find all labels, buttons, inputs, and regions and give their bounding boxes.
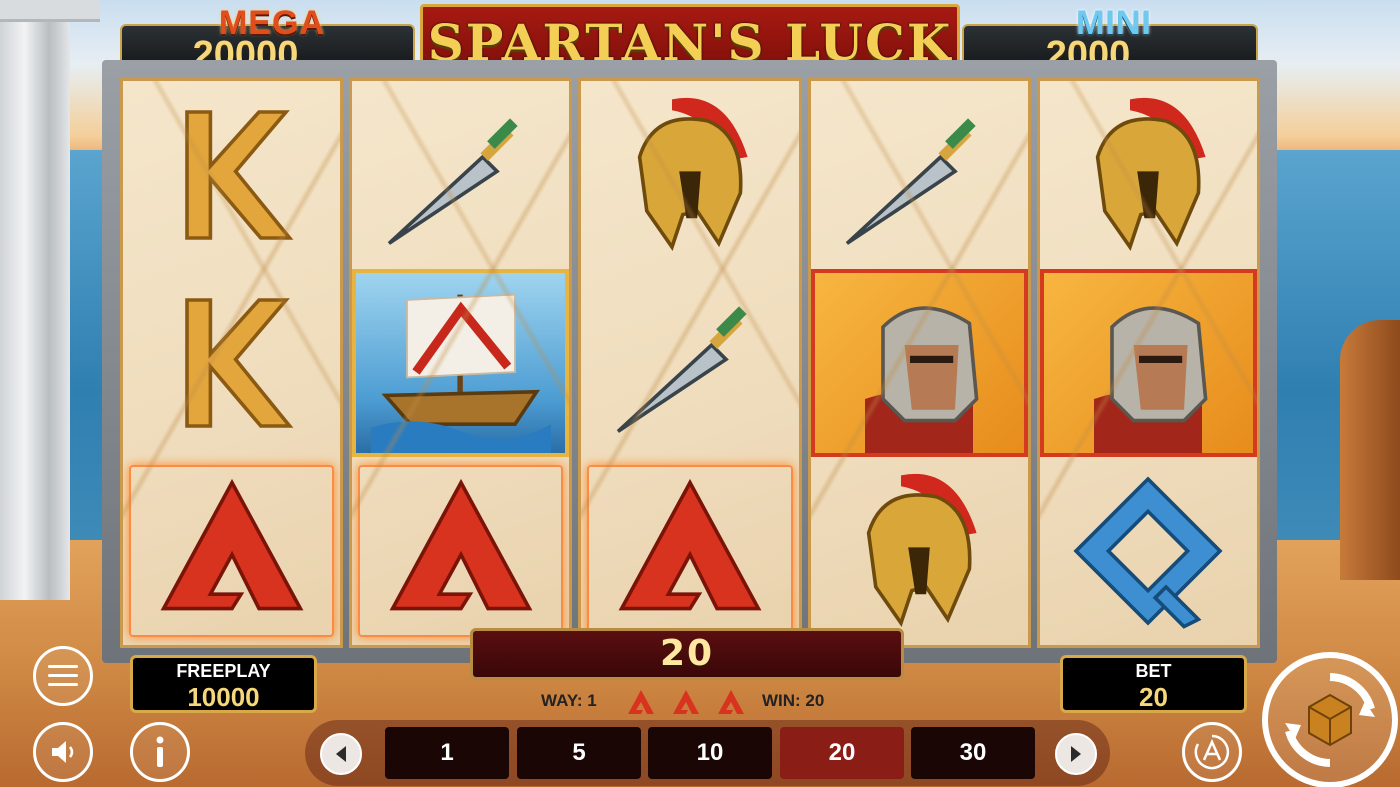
symbol-letter-k — [123, 269, 340, 457]
bet-decrease-button[interactable] — [320, 733, 362, 775]
symbol-letter-q — [1040, 457, 1257, 645]
bet-value: 20 — [1139, 682, 1168, 712]
reel-grid — [120, 78, 1261, 648]
symbol-letter-k — [123, 81, 340, 269]
symbol-spartan-warrior — [810, 268, 1028, 457]
reel-2 — [349, 78, 573, 648]
symbol-ship — [352, 268, 570, 457]
symbol-sword — [581, 269, 798, 457]
freeplay-label: FREEPLAY — [176, 661, 271, 681]
arrow-left-icon — [336, 746, 346, 762]
speaker-icon — [52, 741, 74, 763]
reel-5 — [1036, 78, 1261, 648]
letter-a-mini-icon — [718, 690, 744, 714]
reel-4 — [807, 78, 1031, 648]
greek-column — [0, 0, 70, 600]
symbol-sword — [811, 81, 1028, 269]
hamburger-menu-icon — [48, 665, 78, 686]
bet-option-5[interactable]: 5 — [517, 727, 641, 779]
greek-column-cap — [0, 0, 100, 22]
letter-a-mini-icon — [673, 690, 699, 714]
spin-icon — [1285, 673, 1375, 767]
letter-a-mini-icon — [628, 690, 654, 714]
menu-button[interactable] — [33, 646, 93, 706]
bet-increase-button[interactable] — [1055, 733, 1097, 775]
symbol-helmet — [581, 81, 798, 269]
symbol-letter-a — [352, 457, 569, 645]
way-label: WAY: 1 — [541, 691, 597, 710]
symbol-helmet — [811, 457, 1028, 645]
autoplay-icon — [1194, 734, 1230, 770]
bet-option-30[interactable]: 30 — [911, 727, 1035, 779]
win-amount: 20 — [659, 633, 715, 674]
reel-1 — [120, 78, 344, 648]
symbol-spartan-warrior — [1039, 268, 1258, 457]
info-icon — [156, 736, 164, 767]
bet-option-10[interactable]: 10 — [648, 727, 772, 779]
cliff-rock — [1340, 320, 1400, 580]
info-button[interactable] — [130, 722, 190, 782]
win-label: WIN: 20 — [762, 691, 825, 710]
symbol-letter-a — [581, 457, 798, 645]
reel-3 — [578, 78, 802, 648]
spin-button[interactable] — [1262, 652, 1398, 787]
bet-display: BET 20 — [1060, 655, 1247, 713]
arrow-right-icon — [1071, 746, 1081, 762]
freeplay-value: 10000 — [187, 682, 260, 712]
symbol-helmet — [1040, 81, 1257, 269]
win-amount-banner: 20 — [470, 628, 904, 680]
bet-option-1[interactable]: 1 — [385, 727, 509, 779]
freeplay-balance: FREEPLAY 10000 — [130, 655, 317, 713]
symbol-sword — [352, 81, 569, 269]
autoplay-button[interactable] — [1182, 722, 1242, 782]
bet-label: BET — [1135, 661, 1172, 681]
bet-option-20[interactable]: 20 — [780, 727, 904, 779]
symbol-letter-a — [123, 457, 340, 645]
sound-button[interactable] — [33, 722, 93, 782]
